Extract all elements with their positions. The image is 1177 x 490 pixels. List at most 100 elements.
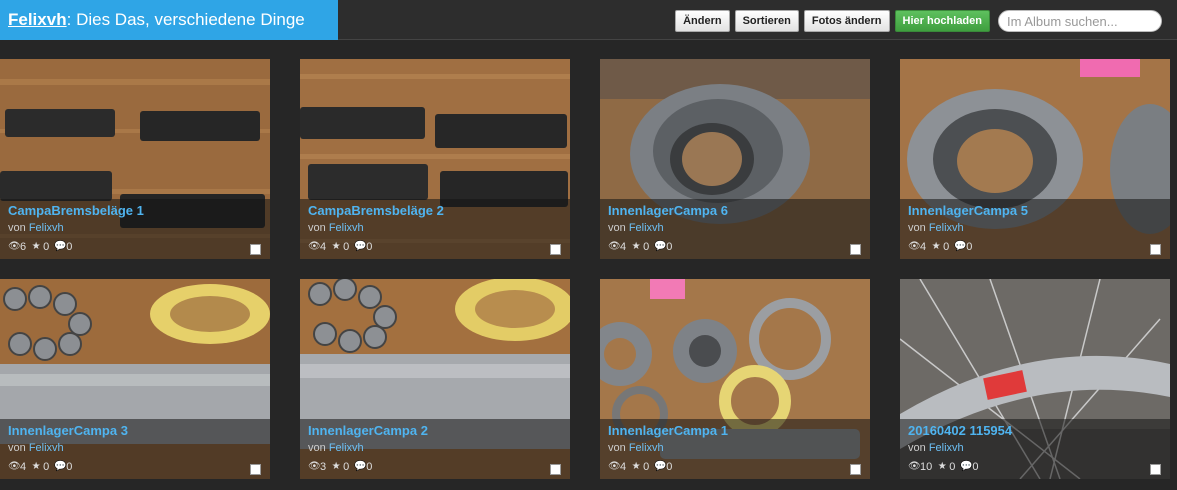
photo-tile[interactable]: InnenlagerCampa 2 von Felixvh 👁 3 ★ 0 💬 0	[300, 279, 570, 479]
rating-count: 0	[43, 461, 50, 473]
select-checkbox[interactable]	[550, 244, 561, 255]
photo-byline: von Felixvh	[608, 441, 862, 456]
photo-title[interactable]: CampaBremsbeläge 2	[308, 202, 562, 219]
photo-tile[interactable]: 20160402 115954 von Felixvh 👁 10 ★ 0 💬 0	[900, 279, 1170, 479]
photo-user-link[interactable]: Felixvh	[629, 222, 664, 234]
eye-icon: 👁	[608, 241, 621, 252]
photo-user-link[interactable]: Felixvh	[629, 442, 664, 454]
byline-prefix: von	[308, 442, 326, 454]
eye-icon: 👁	[8, 461, 21, 472]
photo-title[interactable]: InnenlagerCampa 6	[608, 202, 862, 219]
photo-caption: InnenlagerCampa 1 von Felixvh 👁 4 ★ 0 💬 0	[600, 419, 870, 479]
edit-album-button[interactable]: Ändern	[675, 10, 730, 32]
star-icon: ★	[31, 461, 41, 472]
star-icon: ★	[331, 461, 341, 472]
photo-tile[interactable]: InnenlagerCampa 1 von Felixvh 👁 4 ★ 0 💬 0	[600, 279, 870, 479]
photo-stats: 👁 3 ★ 0 💬 0	[308, 460, 562, 474]
views-count: 6	[20, 241, 27, 253]
comment-icon: 💬	[954, 241, 967, 252]
rating-count: 0	[643, 461, 650, 473]
comment-icon: 💬	[960, 461, 973, 472]
photo-title[interactable]: InnenlagerCampa 1	[608, 422, 862, 439]
photo-stats: 👁 4 ★ 0 💬 0	[608, 460, 862, 474]
photo-user-link[interactable]: Felixvh	[929, 442, 964, 454]
edit-photos-button[interactable]: Fotos ändern	[803, 10, 890, 32]
select-checkbox[interactable]	[1150, 464, 1161, 475]
photo-byline: von Felixvh	[308, 221, 562, 236]
photo-caption: InnenlagerCampa 2 von Felixvh 👁 3 ★ 0 💬 0	[300, 419, 570, 479]
photo-title[interactable]: 20160402 115954	[908, 422, 1162, 439]
photo-tile[interactable]: CampaBremsbeläge 2 von Felixvh 👁 4 ★ 0 💬 0	[300, 59, 570, 259]
top-bar: Felixvh: Dies Das, verschiedene Dinge Än…	[0, 0, 1177, 40]
photo-user-link[interactable]: Felixvh	[929, 222, 964, 234]
comment-icon: 💬	[654, 461, 667, 472]
comments-count: 0	[972, 461, 979, 473]
star-icon: ★	[331, 241, 341, 252]
comment-icon: 💬	[354, 461, 367, 472]
select-checkbox[interactable]	[850, 244, 861, 255]
views-count: 4	[620, 241, 627, 253]
photo-tile[interactable]: InnenlagerCampa 5 von Felixvh 👁 4 ★ 0 💬 0	[900, 59, 1170, 259]
upload-button[interactable]: Hier hochladen	[894, 10, 990, 32]
photo-byline: von Felixvh	[908, 441, 1162, 456]
photo-stats: 👁 4 ★ 0 💬 0	[8, 460, 262, 474]
photo-tile[interactable]: InnenlagerCampa 6 von Felixvh 👁 4 ★ 0 💬 0	[600, 59, 870, 259]
select-checkbox[interactable]	[550, 464, 561, 475]
byline-prefix: von	[908, 222, 926, 234]
photo-stats: 👁 4 ★ 0 💬 0	[308, 240, 562, 254]
select-checkbox[interactable]	[250, 244, 261, 255]
comment-icon: 💬	[54, 241, 67, 252]
comments-count: 0	[366, 241, 373, 253]
rating-count: 0	[943, 241, 950, 253]
views-count: 3	[320, 461, 327, 473]
photo-title[interactable]: InnenlagerCampa 2	[308, 422, 562, 439]
eye-icon: 👁	[908, 461, 921, 472]
comments-count: 0	[666, 241, 673, 253]
comment-icon: 💬	[354, 241, 367, 252]
photo-caption: 20160402 115954 von Felixvh 👁 10 ★ 0 💬 0	[900, 419, 1170, 479]
photo-user-link[interactable]: Felixvh	[329, 442, 364, 454]
byline-prefix: von	[308, 222, 326, 234]
photo-user-link[interactable]: Felixvh	[29, 442, 64, 454]
rating-count: 0	[343, 241, 350, 253]
comments-count: 0	[366, 461, 373, 473]
album-title: Dies Das, verschiedene Dinge	[76, 10, 305, 29]
views-count: 4	[20, 461, 27, 473]
eye-icon: 👁	[308, 241, 321, 252]
photo-byline: von Felixvh	[8, 441, 262, 456]
photo-caption: CampaBremsbeläge 2 von Felixvh 👁 4 ★ 0 💬 0	[300, 199, 570, 259]
star-icon: ★	[931, 241, 941, 252]
byline-prefix: von	[8, 442, 26, 454]
comments-count: 0	[66, 461, 73, 473]
select-checkbox[interactable]	[250, 464, 261, 475]
photo-stats: 👁 4 ★ 0 💬 0	[608, 240, 862, 254]
comments-count: 0	[66, 241, 73, 253]
photo-user-link[interactable]: Felixvh	[29, 222, 64, 234]
byline-prefix: von	[908, 442, 926, 454]
rating-count: 0	[343, 461, 350, 473]
select-checkbox[interactable]	[1150, 244, 1161, 255]
album-search-input[interactable]	[998, 10, 1162, 32]
eye-icon: 👁	[308, 461, 321, 472]
comment-icon: 💬	[654, 241, 667, 252]
photo-title[interactable]: InnenlagerCampa 3	[8, 422, 262, 439]
rating-count: 0	[643, 241, 650, 253]
select-checkbox[interactable]	[850, 464, 861, 475]
owner-link[interactable]: Felixvh	[8, 10, 67, 29]
star-icon: ★	[31, 241, 41, 252]
photo-stats: 👁 6 ★ 0 💬 0	[8, 240, 262, 254]
eye-icon: 👁	[608, 461, 621, 472]
rating-count: 0	[43, 241, 50, 253]
photo-user-link[interactable]: Felixvh	[329, 222, 364, 234]
comments-count: 0	[666, 461, 673, 473]
star-icon: ★	[937, 461, 947, 472]
photo-caption: CampaBremsbeläge 1 von Felixvh 👁 6 ★ 0 💬 0	[0, 199, 270, 259]
photo-tile[interactable]: InnenlagerCampa 3 von Felixvh 👁 4 ★ 0 💬 0	[0, 279, 270, 479]
photo-title[interactable]: CampaBremsbeläge 1	[8, 202, 262, 219]
photo-tile[interactable]: CampaBremsbeläge 1 von Felixvh 👁 6 ★ 0 💬 0	[0, 59, 270, 259]
sort-button[interactable]: Sortieren	[734, 10, 799, 32]
comments-count: 0	[966, 241, 973, 253]
photo-title[interactable]: InnenlagerCampa 5	[908, 202, 1162, 219]
album-toolbar: Ändern Sortieren Fotos ändern Hier hochl…	[675, 10, 1162, 32]
photo-caption: InnenlagerCampa 3 von Felixvh 👁 4 ★ 0 💬 0	[0, 419, 270, 479]
